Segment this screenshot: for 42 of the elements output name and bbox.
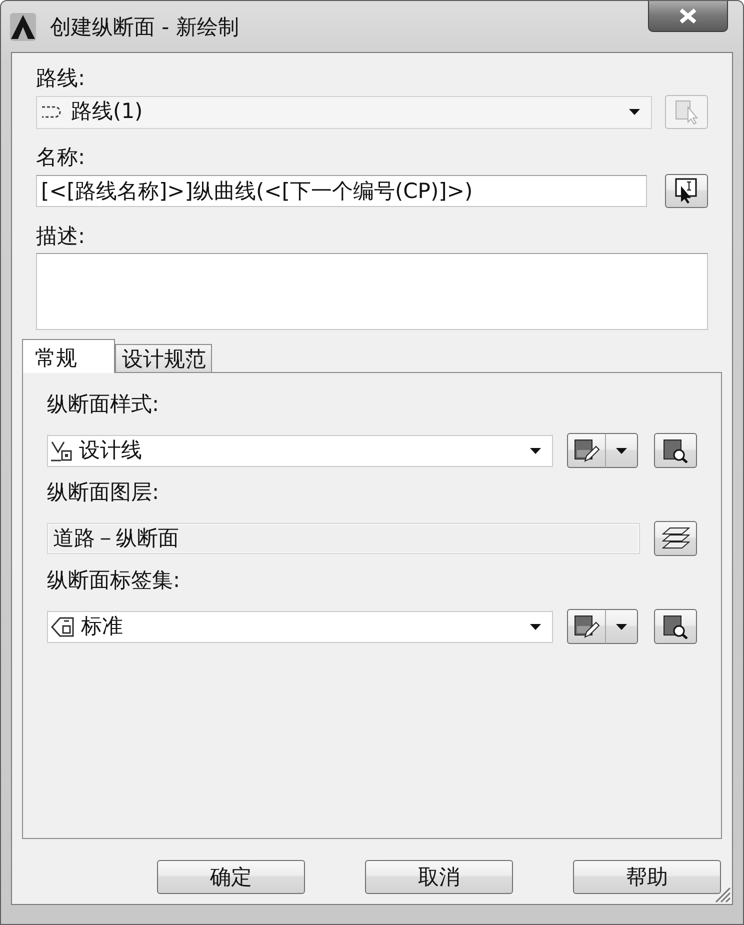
layer-button[interactable] [654,521,697,556]
caret-icon [530,624,541,630]
menu-dropdown-button[interactable] [605,433,638,468]
caret-icon [616,448,627,454]
layer-field: 道路－纵断面 [47,523,640,554]
cursor-edit-icon [674,178,698,204]
magnifier-square-icon [662,614,688,638]
preview-button[interactable] [654,609,697,644]
tab[interactable]: 常规 [22,339,115,373]
menu-dropdown-button[interactable] [605,609,638,644]
window-title: 创建纵断面 - 新绘制 [50,14,239,40]
label-set-dropdown[interactable]: 标准 [47,610,553,642]
dialog-button[interactable]: 取消 [365,860,513,894]
field-label: 纵断面样式: [47,392,160,416]
vertex-square-icon [51,440,73,462]
dialog-button[interactable]: 帮助 [573,860,721,894]
field-label: 描述: [36,224,86,248]
pencil-square-icon [574,438,600,462]
caret-icon [629,109,640,115]
field-label: 路线: [36,66,86,90]
triangle-logo-icon [10,12,36,40]
close-icon [677,6,699,24]
edit-button[interactable] [567,609,606,644]
cursor-page-icon [674,99,698,125]
preview-button[interactable] [654,433,697,468]
dialog-button[interactable]: 确定 [157,860,305,894]
close-button[interactable] [648,1,728,32]
description-field[interactable] [36,253,708,330]
profile-style-dropdown[interactable]: 设计线 [47,434,553,466]
field-label: 纵断面图层: [47,480,160,504]
field-label: 名称: [36,145,86,169]
edit-button[interactable] [567,433,606,468]
caret-icon [530,448,541,454]
name-field[interactable]: [<[路线名称]>]纵曲线(<[下一个编号(CP)]>) [36,175,647,207]
tag-icon [51,616,75,638]
magnifier-square-icon [662,438,688,462]
field-label: 纵断面标签集: [47,568,182,592]
name-template-button[interactable] [665,174,708,208]
pencil-square-icon [574,614,600,638]
tab[interactable]: 设计规范 [115,344,212,372]
caret-icon [616,624,627,630]
layers-icon [662,527,690,550]
